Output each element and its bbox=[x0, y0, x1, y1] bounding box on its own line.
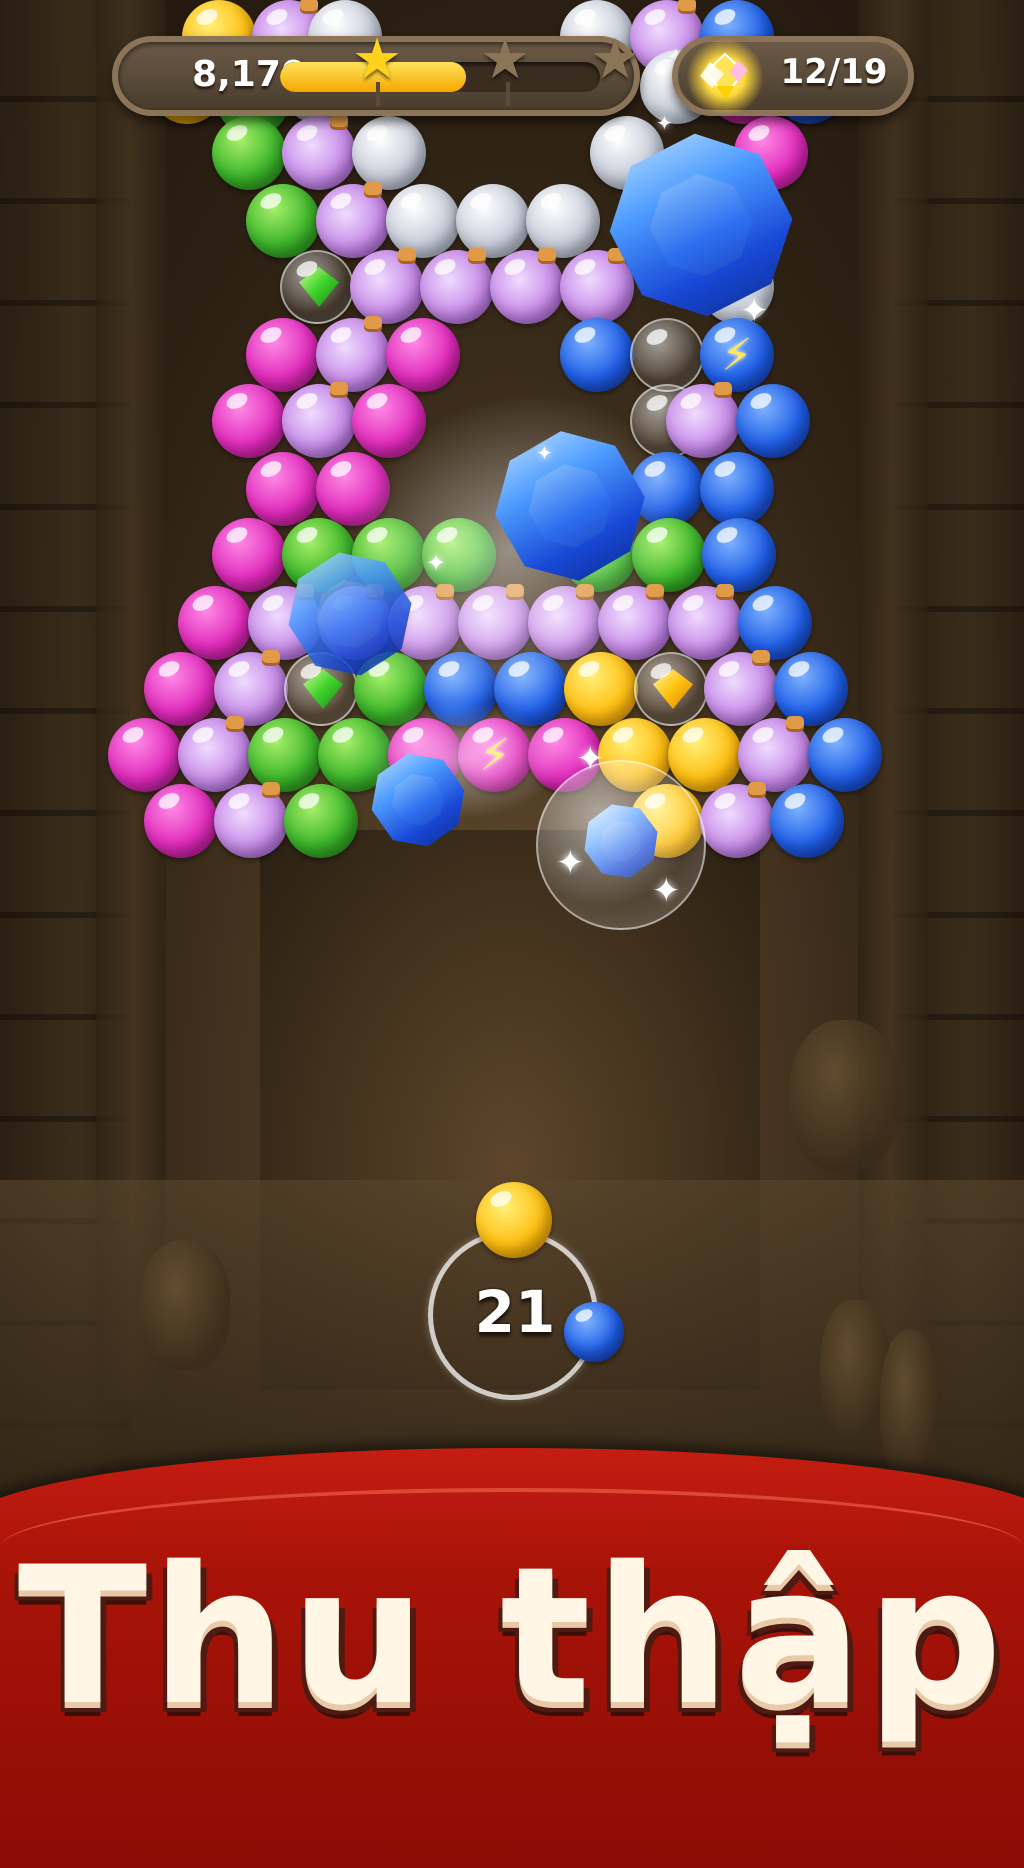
bubble-potion bbox=[316, 316, 390, 392]
bubble-magenta bbox=[144, 652, 218, 726]
bubble-green bbox=[248, 718, 322, 792]
gem-goal-panel: 12/19 bbox=[672, 36, 914, 116]
bubble-magenta bbox=[144, 784, 218, 858]
bubble-magenta bbox=[246, 452, 320, 526]
bubble-green bbox=[212, 116, 286, 190]
sparkle-icon: ✦ bbox=[740, 291, 769, 331]
bubble-potion bbox=[214, 782, 288, 858]
score-progress-bar bbox=[280, 62, 600, 92]
bubble-yellow bbox=[668, 718, 742, 792]
bubble-potion bbox=[700, 782, 774, 858]
bubble-potion bbox=[420, 248, 494, 324]
bubble-magenta bbox=[178, 586, 252, 660]
bubble-potion bbox=[350, 248, 424, 324]
bubble-silver bbox=[386, 184, 460, 258]
green-gem-icon bbox=[299, 267, 339, 307]
bubble-potion bbox=[490, 248, 564, 324]
bubble-potion bbox=[704, 650, 778, 726]
bubble-potion bbox=[178, 716, 252, 792]
green-gem-icon bbox=[303, 669, 343, 709]
sparkle-icon: ✦ bbox=[536, 441, 553, 465]
bubble-potion bbox=[666, 382, 740, 458]
bubble-blue bbox=[560, 318, 634, 392]
bubble-blue bbox=[770, 784, 844, 858]
shots-left-counter: 21 bbox=[474, 1278, 556, 1346]
bubble-blue bbox=[736, 384, 810, 458]
next-ball[interactable] bbox=[564, 1302, 624, 1362]
urn-left bbox=[140, 1240, 230, 1370]
star-icon: ★ bbox=[352, 27, 403, 92]
bubble-potion bbox=[668, 584, 742, 660]
bubble-magenta bbox=[108, 718, 182, 792]
sparkle-icon: ✦ bbox=[426, 549, 447, 577]
bubble-silver bbox=[526, 184, 600, 258]
sparkle-icon: ✦ bbox=[556, 843, 585, 883]
bubble-blue bbox=[702, 518, 776, 592]
sparkle-icon: ✦ bbox=[652, 871, 681, 911]
bubble-silver bbox=[352, 116, 426, 190]
sparkle-icon: ✦ bbox=[656, 111, 673, 135]
bubble-magenta bbox=[212, 518, 286, 592]
bubble-clear bbox=[630, 318, 704, 392]
banner-title: Thu thập bbox=[17, 1526, 1007, 1747]
yellow-gem-icon bbox=[653, 669, 693, 709]
bubble-potion bbox=[282, 114, 356, 190]
bubble-blue bbox=[808, 718, 882, 792]
game-scene: ⚡⚡ ✦ ✦ ✦ ✦ ✦ ✦ ✦ ✦ 8,170 ★ ★ ★ bbox=[0, 0, 1024, 1868]
bubble-potion bbox=[282, 382, 356, 458]
gem-bubble bbox=[280, 250, 354, 324]
gem-bubble bbox=[634, 652, 708, 726]
bubble-blue bbox=[774, 652, 848, 726]
bubble-magenta bbox=[212, 384, 286, 458]
gem-pile-icon bbox=[686, 38, 764, 116]
bubble-potion bbox=[214, 650, 288, 726]
current-ball[interactable] bbox=[476, 1182, 552, 1258]
vase-right bbox=[790, 1020, 900, 1170]
bubble-potion bbox=[738, 716, 812, 792]
bubble-blue bbox=[738, 586, 812, 660]
star-icon: ★ bbox=[480, 27, 531, 92]
bubble-magenta bbox=[386, 318, 460, 392]
bubble-magenta bbox=[246, 318, 320, 392]
bubble-potion bbox=[316, 182, 390, 258]
gem-goal-counter: 12/19 bbox=[780, 52, 888, 92]
score-panel: 8,170 ★ ★ ★ bbox=[112, 32, 640, 116]
bubble-potion bbox=[560, 248, 634, 324]
star-icon: ★ bbox=[590, 27, 641, 92]
sparkle-icon: ✦ bbox=[576, 739, 605, 779]
bubble-blue bbox=[700, 452, 774, 526]
urn-right-small bbox=[880, 1330, 940, 1480]
bubble-green bbox=[246, 184, 320, 258]
bubble-silver bbox=[456, 184, 530, 258]
bubble-green bbox=[284, 784, 358, 858]
